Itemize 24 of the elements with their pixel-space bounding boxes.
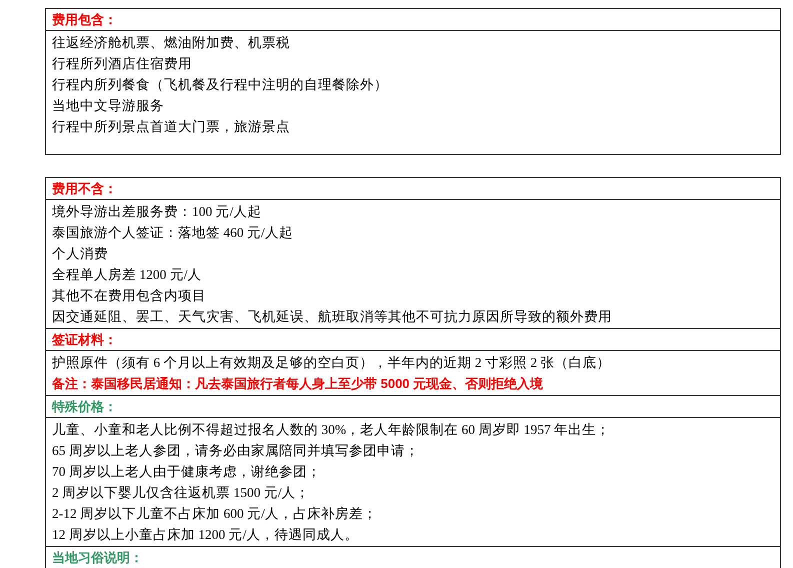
section-heading: 签证材料： xyxy=(52,330,117,349)
text-line: 境外导游出差服务费：100 元/人起 xyxy=(52,203,262,221)
text-line: 全程单人房差 1200 元/人 xyxy=(52,266,203,284)
section-heading: 费用不含： xyxy=(52,180,117,198)
text-line: 其他不在费用包含内项目 xyxy=(52,287,207,305)
warning-note: 备注：泰国移民居通知：凡去泰国旅行者每人身上至少带 5000 元现金、否则拒绝入境 xyxy=(52,375,544,393)
section-heading: 特殊价格： xyxy=(52,398,117,416)
text-line: 往返经济舱机票、燃油附加费、机票税 xyxy=(52,34,291,52)
text-line: 2-12 周岁以下儿童不占床加 600 元/人，占床补房差； xyxy=(52,505,378,523)
text-line: 泰国旅游个人签证：落地签 460 元/人起 xyxy=(52,224,294,242)
text-line: 儿童、小童和老人比例不得超过报名人数的 30%，老人年龄限制在 60 周岁即 1957 年出生； xyxy=(52,421,612,439)
text-line: 70 周岁以上老人由于健康考虑，谢绝参团； xyxy=(52,463,322,481)
text-line: 行程内所列餐食（飞机餐及行程中注明的自理餐除外） xyxy=(52,76,389,94)
text-line: 行程所列酒店住宿费用 xyxy=(52,55,193,73)
text-line: 65 周岁以上老人参团，请务必由家属陪同并填写参团申请； xyxy=(52,442,420,460)
text-line: 护照原件（须有 6 个月以上有效期及足够的空白页），半年内的近期 2 寸彩照 2 张（白底） xyxy=(52,354,612,372)
text-line: 2 周岁以下婴儿仅含往返机票 1500 元/人； xyxy=(52,484,311,502)
text-line: 12 周岁以上小童占床加 1200 元/人，待遇同成人。 xyxy=(52,526,360,544)
text-line: 个人消费 xyxy=(52,245,109,263)
text-line: 行程中所列景点首道大门票，旅游景点 xyxy=(52,118,291,136)
text-line: 因交通延阻、罢工、天气灾害、飞机延误、航班取消等其他不可抗力原因所导致的额外费用 xyxy=(52,308,613,326)
section-heading: 当地习俗说明： xyxy=(52,548,143,567)
text-line: 当地中文导游服务 xyxy=(52,97,165,115)
section-heading: 费用包含： xyxy=(52,10,117,29)
